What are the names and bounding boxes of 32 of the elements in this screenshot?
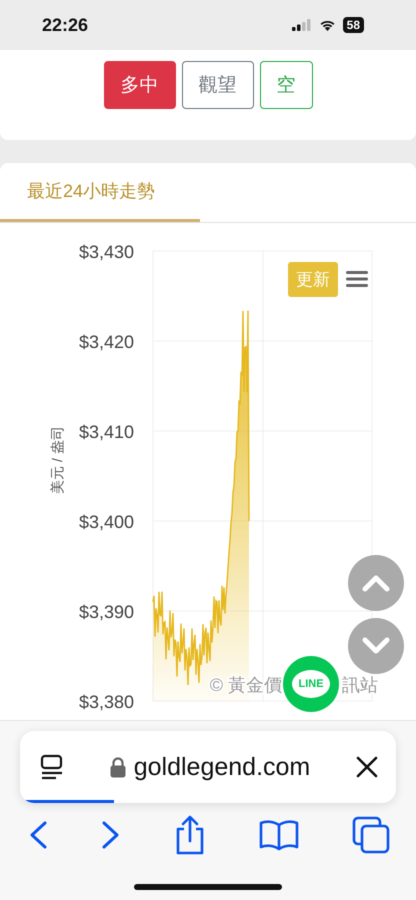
signal-icon [292,19,312,31]
lock-icon [110,756,126,778]
bookmarks-icon[interactable] [259,819,299,851]
battery-indicator: 58 [342,17,364,33]
refresh-button[interactable]: 更新 [288,262,338,297]
close-icon[interactable] [356,756,378,778]
address-bar[interactable]: goldlegend.com [20,731,396,803]
signal-button[interactable]: 觀望 [182,61,254,109]
signal-button[interactable]: 空 [260,61,312,109]
watermark: © 黃金價 [210,675,282,695]
y-axis-label: $3,390 [78,602,134,622]
url-text: goldlegend.com [134,752,310,782]
tabs-icon[interactable] [352,816,390,854]
watermark: 訊站 [342,675,378,695]
wifi-icon [318,19,336,31]
y-axis-label: $3,400 [78,512,134,532]
y-axis-title: 美元 / 盎司 [49,425,66,496]
y-axis-label: $3,410 [78,422,134,442]
chart-tab[interactable]: 最近24小時走勢 [0,163,200,222]
clock: 22:26 [42,14,88,36]
share-icon[interactable] [174,815,206,855]
forward-icon[interactable] [101,820,121,850]
chevron-up-icon [361,574,391,592]
back-icon[interactable] [28,820,48,850]
reader-icon [40,754,64,780]
signal-button[interactable]: 多中 [104,61,176,109]
menu-icon[interactable] [346,271,368,287]
line-button[interactable]: LINE [283,656,339,712]
y-axis-label: $3,420 [78,332,134,352]
chevron-down-icon [361,637,391,655]
y-axis-label: $3,430 [78,242,134,262]
y-axis-label: $3,380 [78,692,134,712]
